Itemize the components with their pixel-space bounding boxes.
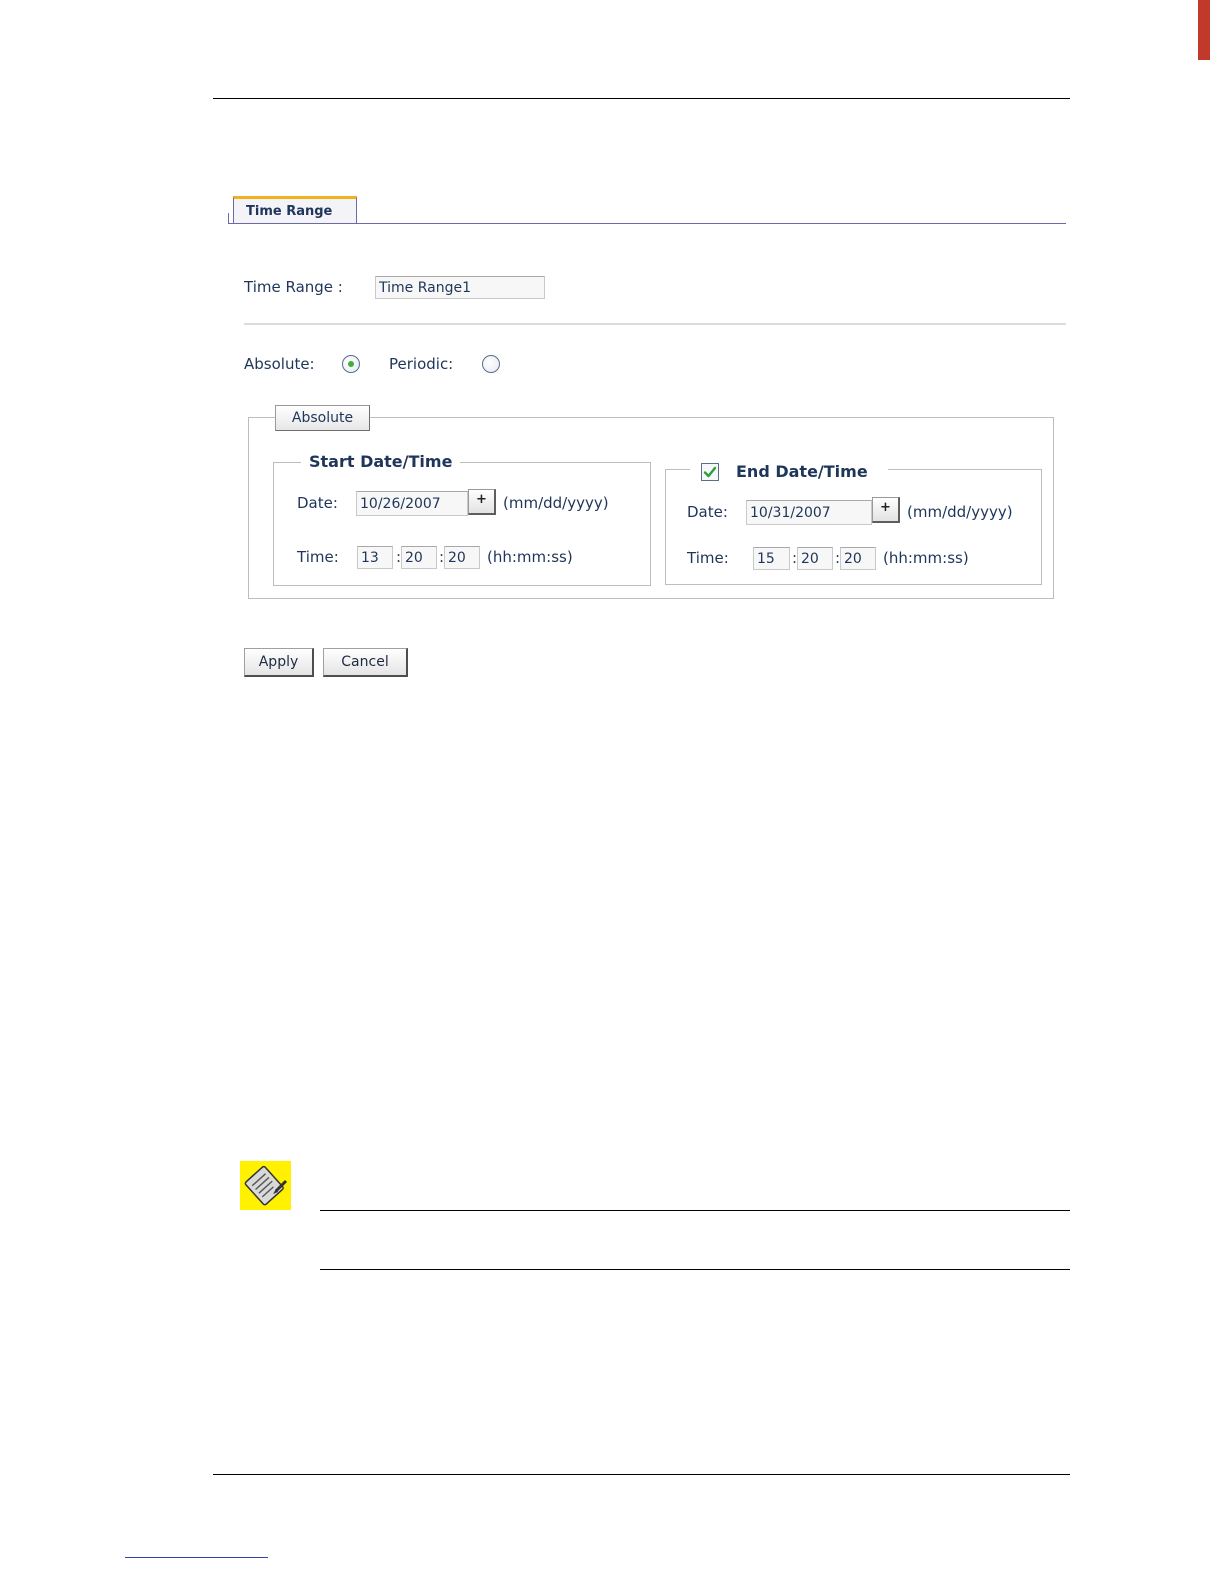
end-datetime-title: End Date/Time bbox=[728, 462, 876, 481]
section-divider bbox=[244, 323, 1066, 325]
periodic-radio[interactable] bbox=[482, 355, 500, 373]
absolute-label: Absolute: bbox=[244, 355, 315, 373]
end-datetime-checkbox[interactable] bbox=[701, 463, 719, 481]
note-bottom-rule bbox=[320, 1269, 1070, 1270]
end-hour-input[interactable] bbox=[753, 547, 790, 570]
check-icon bbox=[703, 466, 717, 478]
start-datetime-title: Start Date/Time bbox=[301, 452, 461, 471]
end-time-label: Time: bbox=[687, 549, 729, 567]
page-edge-marker bbox=[1198, 0, 1210, 60]
apply-button[interactable]: Apply bbox=[244, 648, 314, 677]
end-second-input[interactable] bbox=[840, 547, 876, 570]
start-minute-input[interactable] bbox=[401, 546, 437, 569]
absolute-legend: Absolute bbox=[275, 405, 370, 431]
time-range-label: Time Range : bbox=[244, 278, 343, 296]
start-time-format: (hh:mm:ss) bbox=[487, 548, 573, 566]
footer-link-underline bbox=[125, 1557, 268, 1558]
page-footer-rule bbox=[213, 1474, 1070, 1475]
start-date-picker-button[interactable]: + bbox=[468, 489, 496, 515]
end-minute-input[interactable] bbox=[797, 547, 833, 570]
tab-baseline bbox=[228, 223, 1066, 224]
end-date-input[interactable] bbox=[746, 500, 872, 525]
start-date-label: Date: bbox=[297, 494, 338, 512]
end-date-label: Date: bbox=[687, 503, 728, 521]
start-date-format: (mm/dd/yyyy) bbox=[503, 494, 609, 512]
note-top-rule bbox=[320, 1210, 1070, 1211]
end-time-format: (hh:mm:ss) bbox=[883, 549, 969, 567]
absolute-radio[interactable] bbox=[342, 355, 360, 373]
end-date-picker-button[interactable]: + bbox=[872, 497, 900, 523]
periodic-label: Periodic: bbox=[389, 355, 454, 373]
tab-time-range[interactable]: Time Range bbox=[233, 196, 357, 223]
start-time-label: Time: bbox=[297, 548, 339, 566]
start-date-input[interactable] bbox=[356, 491, 468, 516]
end-date-format: (mm/dd/yyyy) bbox=[907, 503, 1013, 521]
note-pencil-icon bbox=[240, 1161, 291, 1210]
time-range-name-input[interactable] bbox=[375, 276, 545, 299]
cancel-button[interactable]: Cancel bbox=[323, 648, 408, 677]
start-hour-input[interactable] bbox=[357, 546, 393, 569]
start-second-input[interactable] bbox=[444, 546, 480, 569]
page-header-rule bbox=[213, 98, 1070, 99]
